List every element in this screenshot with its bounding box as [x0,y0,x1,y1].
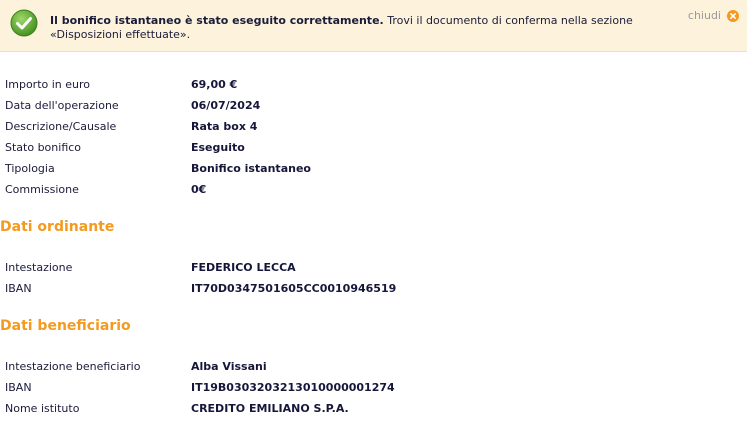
section-title-beneficiario: Dati beneficiario [0,318,131,334]
detail-label: IBAN [5,282,32,295]
banner-message: Il bonifico istantaneo è stato eseguito … [50,14,670,42]
close-button[interactable]: chiudi [688,9,739,22]
detail-label: Nome istituto [5,402,80,415]
close-circle-icon[interactable] [727,9,739,22]
check-circle-icon [10,9,38,37]
detail-row-commissione: Commissione 0€ [0,180,747,200]
beneficiario-row-istituto: Nome istituto CREDITO EMILIANO S.P.A. [0,399,747,419]
close-label[interactable]: chiudi [688,9,721,22]
detail-value: 69,00 € [191,78,238,91]
detail-label: Descrizione/Causale [5,120,117,133]
detail-value: CREDITO EMILIANO S.P.A. [191,402,349,415]
detail-value: Alba Vissani [191,360,267,373]
detail-label: Commissione [5,183,79,196]
success-banner: Il bonifico istantaneo è stato eseguito … [0,0,747,52]
section-title-ordinante: Dati ordinante [0,219,115,235]
beneficiario-row-iban: IBAN IT19B0303203213010000001274 [0,378,747,398]
detail-label: Importo in euro [5,78,91,91]
detail-value: FEDERICO LECCA [191,261,296,274]
detail-row-data: Data dell'operazione 06/07/2024 [0,96,747,116]
detail-label: Stato bonifico [5,141,82,154]
detail-value: 0€ [191,183,207,196]
detail-label: Data dell'operazione [5,99,119,112]
detail-value: Eseguito [191,141,245,154]
detail-row-importo: Importo in euro 69,00 € [0,75,747,95]
beneficiario-row-intestazione: Intestazione beneficiario Alba Vissani [0,357,747,377]
detail-label: IBAN [5,381,32,394]
detail-value: IT70D0347501605CC0010946519 [191,282,397,295]
detail-label: Intestazione beneficiario [5,360,141,373]
detail-row-tipologia: Tipologia Bonifico istantaneo [0,159,747,179]
detail-value: IT19B0303203213010000001274 [191,381,395,394]
detail-label: Intestazione [5,261,73,274]
detail-value: Bonifico istantaneo [191,162,311,175]
detail-value: Rata box 4 [191,120,258,133]
detail-value: 06/07/2024 [191,99,261,112]
ordinante-row-intestazione: Intestazione FEDERICO LECCA [0,258,747,278]
detail-row-stato: Stato bonifico Eseguito [0,138,747,158]
detail-row-causale: Descrizione/Causale Rata box 4 [0,117,747,137]
detail-label: Tipologia [5,162,55,175]
banner-message-strong: Il bonifico istantaneo è stato eseguito … [50,14,384,27]
ordinante-row-iban: IBAN IT70D0347501605CC0010946519 [0,279,747,299]
